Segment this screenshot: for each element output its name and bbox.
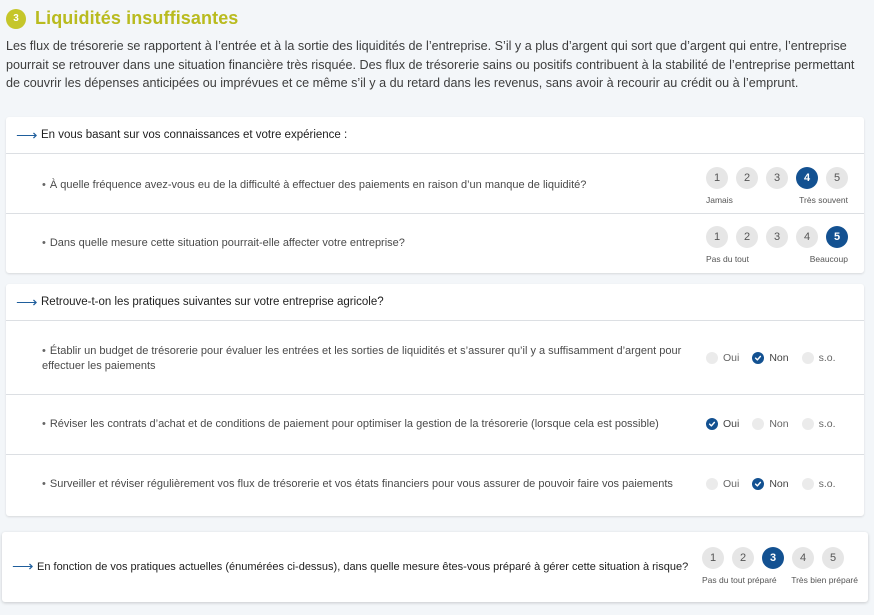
preparedness-question: ⟶ En fonction de vos pratiques actuelles… [12,559,688,574]
choice-oui[interactable]: Oui [706,352,739,364]
section-header: 3 Liquidités insuffisantes [6,8,238,29]
radio-icon[interactable] [801,418,814,430]
practice-row: • Établir un budget de trésorerie pour év… [6,321,864,395]
rating-option-1[interactable]: 1 [702,547,724,569]
checked-radio-icon[interactable] [706,418,718,430]
rating-scale: 12345 Jamais Très souvent [706,167,848,205]
practice-text: • Surveiller et réviser régulièrement vos… [42,478,673,490]
practice-choices: Oui Non s.o. [706,352,849,364]
radio-icon[interactable] [752,418,765,430]
choice-non[interactable]: Non [752,352,789,364]
choice-non[interactable]: Non [752,478,789,490]
choice-label: Oui [723,478,740,490]
rating-option-1[interactable]: 1 [706,167,728,189]
rating-option-4[interactable]: 4 [792,547,814,569]
rating-option-3[interactable]: 3 [766,226,788,248]
choice-oui[interactable]: Oui [706,418,739,430]
scale-max-label: Très bien préparé [791,575,858,585]
choice-label: s.o. [818,418,836,430]
radio-icon[interactable] [801,352,814,364]
rating-option-5[interactable]: 5 [822,547,844,569]
radio-icon[interactable] [801,478,814,490]
practice-row: • Surveiller et réviser régulièrement vos… [6,455,864,515]
arrow-right-icon: ⟶ [12,558,34,575]
arrow-right-icon: ⟶ [16,126,38,144]
preparedness-card: ⟶ En fonction de vos pratiques actuelles… [2,532,868,602]
rating-question-row: • Dans quelle mesure cette situation pour… [6,214,864,273]
choice-label: Non [769,352,789,364]
choice-so[interactable]: s.o. [801,418,836,430]
rating-option-5[interactable]: 5 [826,167,848,189]
rating-option-4[interactable]: 4 [796,167,818,189]
practice-choices: Oui Non s.o. [706,478,849,490]
step-number-badge: 3 [6,8,26,29]
experience-heading-text: En vous basant sur vos connaissances et … [41,129,348,141]
scale-min-label: Pas du tout préparé [702,575,777,585]
practices-card: ⟶ Retrouve-t-on les pratiques suivantes … [6,284,864,516]
radio-icon[interactable] [706,478,718,490]
rating-option-3[interactable]: 3 [766,167,788,189]
choice-label: s.o. [818,352,836,364]
choice-label: Non [769,478,789,490]
rating-scale: 12345 Pas du tout préparé Très bien prép… [702,547,858,585]
practice-choices: Oui Non s.o. [706,418,849,430]
scale-max-label: Très souvent [799,195,848,205]
scale-min-label: Jamais [706,195,733,205]
question-text: • Dans quelle mesure cette situation pour… [42,237,405,249]
arrow-right-icon: ⟶ [16,293,38,311]
section-title: Liquidités insuffisantes [35,8,239,28]
choice-so[interactable]: s.o. [801,478,836,490]
experience-card: ⟶ En vous basant sur vos connaissances e… [6,117,864,273]
practice-text: • Réviser les contrats d’achat et de cond… [42,418,659,430]
rating-option-2[interactable]: 2 [732,547,754,569]
rating-option-3[interactable]: 3 [762,547,784,569]
choice-label: Non [769,418,789,430]
rating-option-1[interactable]: 1 [706,226,728,248]
choice-label: Oui [723,418,740,430]
section-intro: Les flux de trésorerie se rapportent à l… [6,39,855,90]
rating-scale: 12345 Pas du tout Beaucoup [706,226,848,264]
scale-max-label: Beaucoup [809,254,848,264]
practices-heading-text: Retrouve-t-on les pratiques suivantes su… [41,296,384,308]
rating-option-2[interactable]: 2 [736,226,758,248]
choice-non[interactable]: Non [752,418,789,430]
rating-question-row: • À quelle fréquence avez-vous eu de la d… [6,154,864,214]
choice-label: s.o. [818,478,836,490]
question-text: • À quelle fréquence avez-vous eu de la d… [42,179,587,191]
practices-card-heading: ⟶ Retrouve-t-on les pratiques suivantes … [6,284,864,321]
choice-so[interactable]: s.o. [801,352,836,364]
practice-text: • Établir un budget de trésorerie pour év… [42,345,682,372]
checked-radio-icon[interactable] [752,478,765,490]
rating-option-5[interactable]: 5 [826,226,848,248]
checked-radio-icon[interactable] [752,352,765,364]
choice-label: Oui [723,352,740,364]
rating-option-4[interactable]: 4 [796,226,818,248]
scale-min-label: Pas du tout [706,254,750,264]
rating-option-2[interactable]: 2 [736,167,758,189]
choice-oui[interactable]: Oui [706,478,739,490]
radio-icon[interactable] [706,352,718,364]
preparedness-text: En fonction de vos pratiques actuelles (… [37,560,689,573]
practice-row: • Réviser les contrats d’achat et de cond… [6,395,864,455]
experience-card-heading: ⟶ En vous basant sur vos connaissances e… [6,117,864,154]
